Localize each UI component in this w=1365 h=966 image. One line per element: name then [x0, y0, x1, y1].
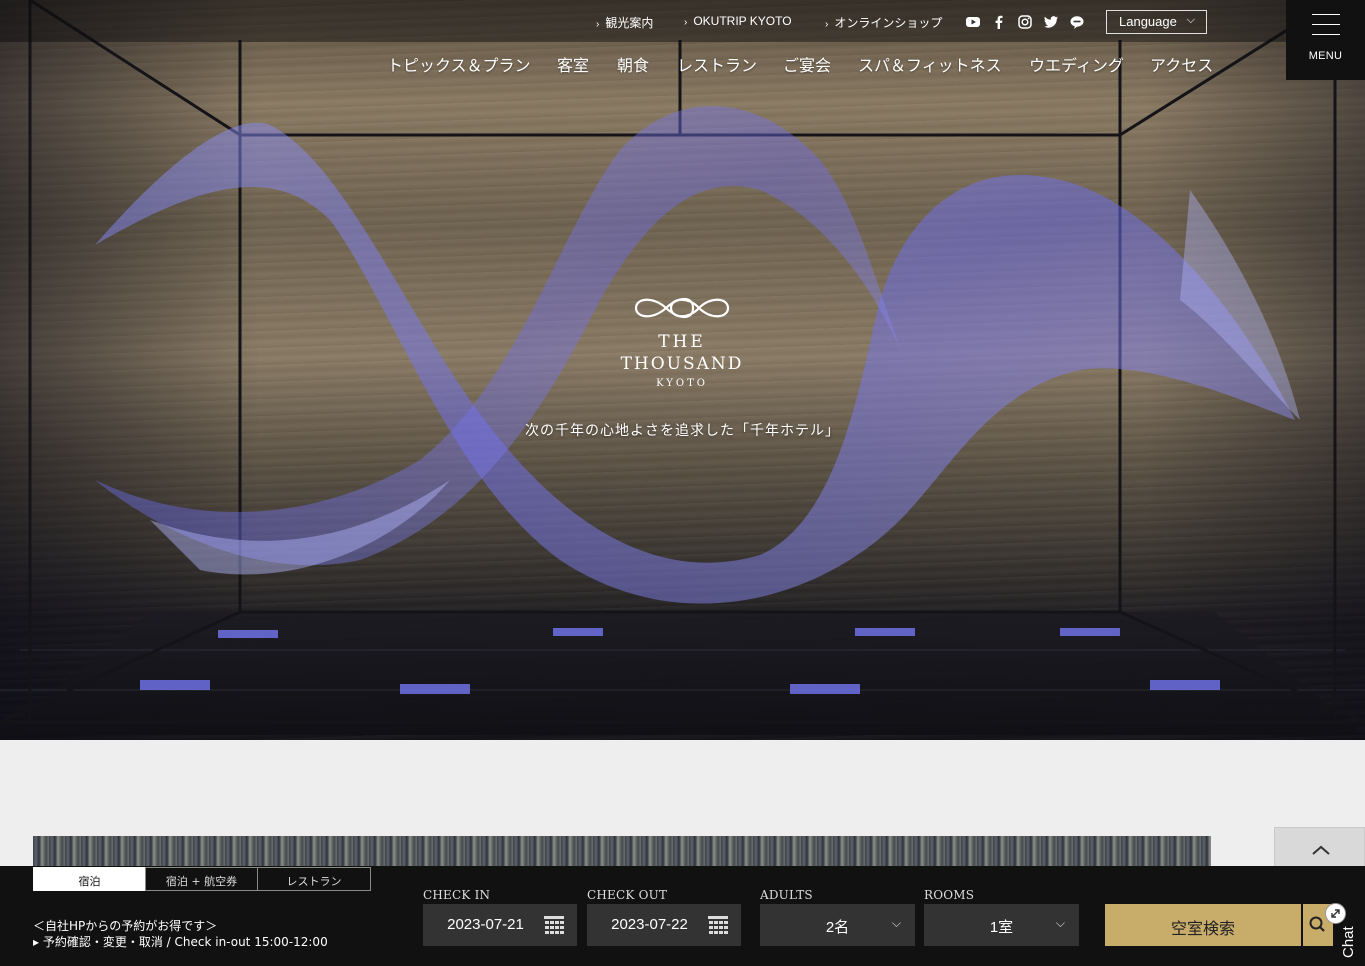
check-in-label: CHECK IN [423, 888, 491, 902]
back-to-top-button[interactable] [1274, 827, 1365, 869]
menu-button[interactable]: MENU [1286, 0, 1365, 80]
utility-link-sightseeing[interactable]: › 観光案内 [596, 14, 653, 31]
facebook-icon[interactable] [991, 14, 1007, 30]
chevron-down-icon: ⌵ [891, 916, 901, 930]
logo-line-thousand: THOUSAND [620, 354, 744, 374]
chevron-up-icon [1312, 845, 1330, 855]
check-in-field[interactable]: 2023-07-21 [423, 904, 577, 946]
chevron-right-icon: › [684, 17, 688, 28]
twitter-icon[interactable] [1043, 14, 1059, 30]
utility-link-label: 観光案内 [605, 16, 654, 30]
hamburger-icon [1312, 14, 1340, 44]
nav-spa-fitness[interactable]: スパ＆フィットネス [858, 52, 1002, 76]
logo-line-kyoto: KYOTO [656, 378, 708, 389]
caret-right-icon: ▸ [33, 935, 43, 949]
chevron-down-icon: ⌵ [1186, 14, 1195, 26]
nav-rooms[interactable]: 客室 [557, 52, 589, 76]
hotel-logo[interactable]: THE THOUSAND KYOTO [582, 292, 782, 389]
calendar-icon [544, 916, 564, 934]
adults-label: ADULTS [760, 888, 813, 902]
chevron-down-icon: ⌵ [1055, 916, 1065, 930]
availability-search-button[interactable]: 空室検索 [1105, 904, 1301, 946]
nav-banquet[interactable]: ご宴会 [783, 52, 831, 76]
check-out-field[interactable]: 2023-07-22 [587, 904, 741, 946]
check-in-value: 2023-07-21 [447, 916, 524, 933]
chevron-right-icon: › [596, 19, 600, 30]
infinity-logo-icon [634, 297, 730, 319]
calendar-icon [708, 916, 728, 934]
booking-promo-text: ＜自社HPからの予約がお得です＞ [33, 919, 218, 933]
tab-stay-flight[interactable]: 宿泊 + 航空券 [145, 867, 258, 891]
check-out-label: CHECK OUT [587, 888, 668, 902]
language-label: Language [1119, 14, 1177, 29]
nav-access[interactable]: アクセス [1150, 52, 1213, 76]
chat-label: Chat [1340, 926, 1357, 958]
utility-bar: › 観光案内 › OKUTRIP KYOTO › オンラインショップ Language… [0, 0, 1286, 42]
logo-line-the: THE [658, 332, 706, 352]
instagram-icon[interactable] [1017, 14, 1033, 30]
nav-breakfast[interactable]: 朝食 [617, 52, 649, 76]
chevron-right-icon: › [825, 19, 829, 30]
booking-bar: 宿泊 宿泊 + 航空券 レストラン ＜自社HPからの予約がお得です＞ ▸ 予約確… [0, 866, 1365, 966]
section-image-strip [33, 836, 1211, 868]
line-icon[interactable] [1069, 14, 1085, 30]
nav-topics-plans[interactable]: トピックス＆プラン [387, 52, 531, 76]
adults-select[interactable]: 2名 ⌵ [760, 904, 915, 946]
youtube-icon[interactable] [965, 14, 981, 30]
menu-label: MENU [1308, 50, 1343, 62]
hero-tagline: 次の千年の心地よさを追求した「千年ホテル」 [525, 423, 840, 439]
utility-link-label: オンラインショップ [834, 16, 943, 30]
booking-note: ＜自社HPからの予約がお得です＞ ▸ 予約確認・変更・取消 / Check in… [33, 918, 328, 950]
nav-restaurant[interactable]: レストラン [677, 52, 757, 76]
check-out-value: 2023-07-22 [611, 916, 688, 933]
reservation-manage-label: 予約確認・変更・取消 / Check in-out 15:00-12:00 [42, 935, 328, 949]
nav-wedding[interactable]: ウエディング [1029, 52, 1124, 76]
rooms-select[interactable]: 1室 ⌵ [924, 904, 1079, 946]
tab-restaurant[interactable]: レストラン [257, 867, 371, 891]
utility-link-okutrip[interactable]: › OKUTRIP KYOTO [684, 14, 792, 28]
reservation-manage-link[interactable]: ▸ 予約確認・変更・取消 / Check in-out 15:00-12:00 [33, 935, 328, 949]
utility-link-online-shop[interactable]: › オンラインショップ [825, 14, 942, 31]
tab-stay[interactable]: 宿泊 [33, 867, 146, 891]
expand-icon[interactable] [1325, 903, 1346, 924]
language-selector[interactable]: Language ⌵ [1106, 10, 1207, 34]
rooms-label: ROOMS [924, 888, 975, 902]
utility-link-label: OKUTRIP KYOTO [693, 14, 792, 28]
